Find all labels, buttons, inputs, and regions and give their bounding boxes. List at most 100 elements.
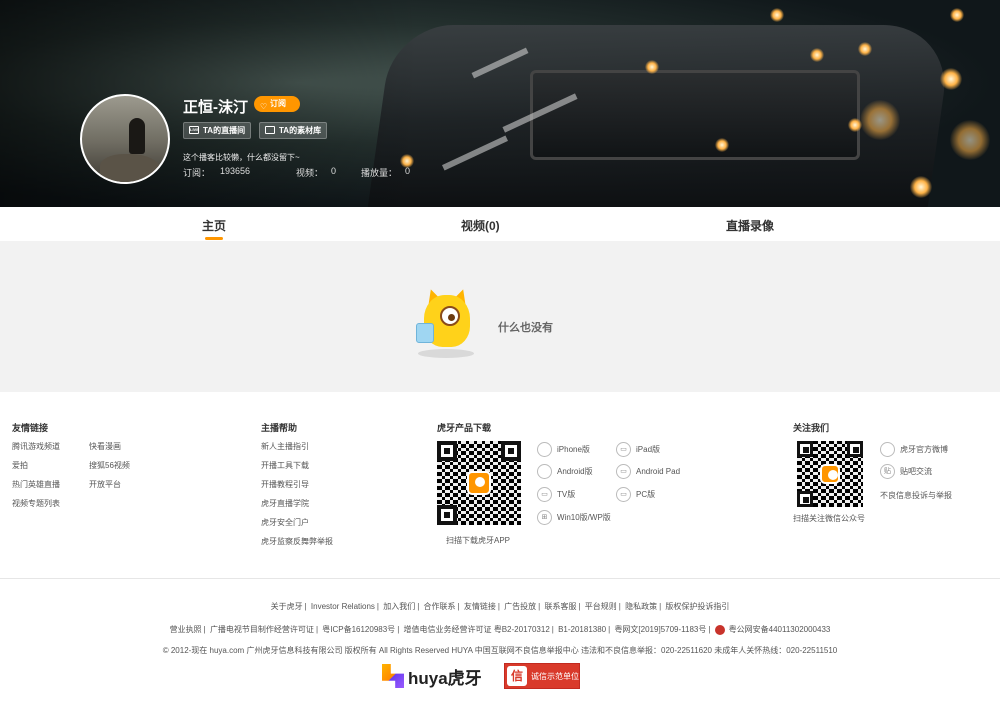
- empty-state: 什么也没有: [0, 241, 1000, 392]
- bokeh-light: [950, 120, 990, 160]
- bokeh-light: [715, 138, 729, 152]
- download-qr-caption: 扫描下载虎牙APP: [446, 536, 511, 545]
- footer-link-about[interactable]: 关于虎牙: [271, 602, 303, 611]
- footer-link-join[interactable]: 加入我们: [383, 602, 415, 611]
- friend-link[interactable]: 腾讯游戏频道: [12, 441, 60, 452]
- profile-banner: 正恒-沫汀 ♡ 订阅 LIVE TA的直播间 TA的素材库 这个播客比较懒，什么…: [0, 0, 1000, 207]
- police-record[interactable]: 粤公网安备44011302000433: [729, 625, 831, 634]
- ipad-icon: ▭: [616, 442, 631, 457]
- license-icp[interactable]: 粤ICP备16120983号: [322, 625, 395, 634]
- avatar-rock: [100, 154, 160, 182]
- apple-icon: [537, 442, 552, 457]
- bokeh-light: [770, 8, 784, 22]
- follow-tieba-label: 贴吧交流: [900, 467, 932, 476]
- videos-stat-value: 0: [331, 166, 337, 176]
- footer-link-rules[interactable]: 平台规则: [585, 602, 617, 611]
- huya-logo: huya虎牙: [382, 663, 482, 689]
- download-android[interactable]: Android版: [537, 464, 593, 479]
- download-android-pad[interactable]: ▭ Android Pad: [616, 464, 680, 479]
- bokeh-light: [860, 100, 900, 140]
- profile-name: 正恒-沫汀: [183, 99, 248, 116]
- footer-link-cooperation[interactable]: 合作联系: [424, 602, 456, 611]
- huya-app-icon: [467, 471, 491, 495]
- qr-finder: [797, 491, 813, 507]
- follow-title: 关注我们: [793, 423, 830, 433]
- qr-finder: [501, 441, 521, 461]
- friend-link[interactable]: 热门英雄直播: [12, 479, 60, 490]
- tab-live-recordings[interactable]: 直播录像: [726, 217, 774, 234]
- tab-home[interactable]: 主页: [202, 217, 226, 240]
- friend-link[interactable]: 快看漫画: [89, 441, 121, 452]
- help-link[interactable]: 开播工具下载: [261, 460, 309, 471]
- app-download-qr: [437, 441, 521, 525]
- plays-stat-value: 0: [405, 166, 411, 176]
- footer-link-copyright[interactable]: 版权保护投诉指引: [665, 602, 729, 611]
- license-broadcast[interactable]: 广播电视节目制作经营许可证: [210, 625, 314, 634]
- bokeh-light: [810, 48, 824, 62]
- live-room-icon: LIVE: [189, 126, 199, 134]
- friend-link[interactable]: 视频专题列表: [12, 498, 60, 509]
- tieba-icon: 贴: [880, 464, 895, 479]
- wechat-qr: [797, 441, 863, 507]
- pc-icon: ▭: [616, 487, 631, 502]
- friend-link[interactable]: 开放平台: [89, 479, 121, 490]
- wechat-logo-icon: [820, 464, 840, 484]
- police-badge-icon: [714, 624, 725, 635]
- download-pc[interactable]: ▭ PC版: [616, 487, 656, 502]
- bokeh-light: [645, 60, 659, 74]
- profile-bio: 这个播客比较懒，什么都没留下~: [183, 153, 300, 162]
- download-tv[interactable]: ▭ TV版: [537, 487, 576, 502]
- footer-link-friends[interactable]: 友情链接: [464, 602, 496, 611]
- footer-nav: 关于虎牙 | Investor Relations | 加入我们 | 合作联系 | 友情…: [270, 602, 730, 611]
- report-link[interactable]: 不良信息投诉与举报: [880, 490, 952, 501]
- help-link[interactable]: 虎牙安全门户: [261, 517, 309, 528]
- subs-stat-label: 订阅：: [183, 168, 211, 178]
- qr-finder: [437, 505, 457, 525]
- friend-links-title: 友情链接: [12, 423, 49, 433]
- subscribe-button[interactable]: ♡ 订阅: [254, 96, 300, 112]
- credit-seal-icon: 信: [507, 666, 527, 686]
- footer-link-ads[interactable]: 广告投放: [504, 602, 536, 611]
- footer-link-investor[interactable]: Investor Relations: [311, 602, 375, 611]
- banner-car-window: [530, 70, 860, 160]
- site-footer: 友情链接 腾讯游戏频道 爱拍 热门英雄直播 视频专题列表 快看漫画 搜狐56视频…: [0, 392, 1000, 714]
- download-tv-label: TV版: [557, 490, 576, 499]
- license-telecom[interactable]: 增值电信业务经营许可证 粤B2-20170312: [404, 625, 550, 634]
- download-pc-label: PC版: [636, 490, 656, 499]
- mascot-pupil: [448, 314, 455, 321]
- footer-link-privacy[interactable]: 隐私政策: [625, 602, 657, 611]
- qr-finder: [437, 441, 457, 461]
- avatar-figure: [129, 118, 145, 154]
- friend-link[interactable]: 爱拍: [12, 460, 28, 471]
- profile-stats: 订阅： 193656 视频： 0 播放量： 0: [183, 166, 410, 179]
- mascot-eye: [440, 306, 460, 326]
- follow-weibo-label: 虎牙官方微博: [900, 445, 948, 454]
- bokeh-light: [940, 68, 962, 90]
- download-iphone[interactable]: iPhone版: [537, 442, 590, 457]
- follow-tieba[interactable]: 贴贴吧交流: [880, 464, 932, 479]
- subscribe-label: 订阅: [270, 99, 286, 108]
- credit-badge[interactable]: 信 诚信示范单位: [504, 663, 580, 689]
- download-win10[interactable]: ⊞ Win10版/WP版: [537, 510, 611, 525]
- live-room-button[interactable]: LIVE TA的直播间: [183, 122, 252, 139]
- tab-videos[interactable]: 视频(0): [461, 217, 500, 234]
- avatar: [80, 94, 170, 184]
- footer-link-support[interactable]: 联系客服: [544, 602, 576, 611]
- download-iphone-label: iPhone版: [557, 445, 590, 454]
- help-link[interactable]: 开播教程引导: [261, 479, 309, 490]
- windows-icon: ⊞: [537, 510, 552, 525]
- subs-stat-value: 193656: [220, 166, 251, 176]
- license-culture[interactable]: 粤网文[2019]5709-1183号: [614, 625, 706, 634]
- mascot-cup: [416, 323, 434, 343]
- help-link[interactable]: 新人主播指引: [261, 441, 309, 452]
- license-business[interactable]: 营业执照: [170, 625, 202, 634]
- follow-weibo[interactable]: 虎牙官方微博: [880, 442, 948, 457]
- help-link[interactable]: 虎牙监察反舞弊举报: [261, 536, 333, 547]
- material-library-button[interactable]: TA的素材库: [259, 122, 328, 139]
- bokeh-light: [910, 176, 932, 198]
- download-win10-label: Win10版/WP版: [557, 513, 611, 522]
- friend-link[interactable]: 搜狐56视频: [89, 460, 130, 471]
- help-link[interactable]: 虎牙直播学院: [261, 498, 309, 509]
- download-ipad[interactable]: ▭ iPad版: [616, 442, 660, 457]
- license-b1[interactable]: B1-20181380: [558, 625, 606, 634]
